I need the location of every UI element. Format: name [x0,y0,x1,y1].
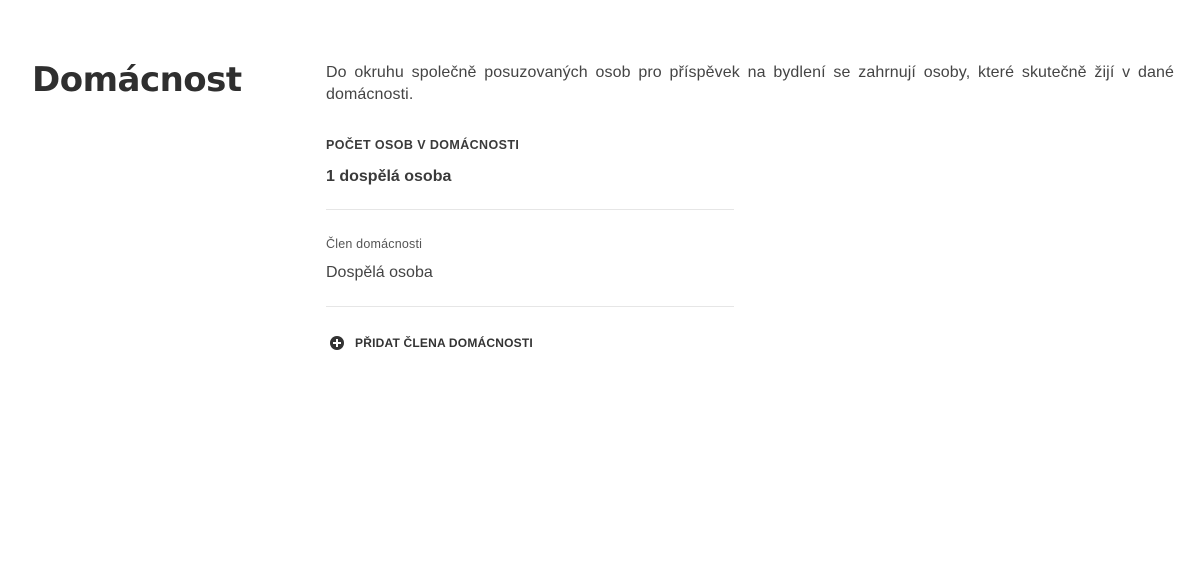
household-count-block: POČET OSOB V DOMÁCNOSTI 1 dospělá osoba [326,136,734,210]
household-description: Do okruhu společně posuzovaných osob pro… [326,64,1174,103]
household-member-value: Dospělá osoba [326,264,433,281]
add-household-member-button[interactable]: PŘIDAT ČLENA DOMÁCNOSTI [326,333,533,353]
plus-circle-icon [330,336,344,350]
household-page: Domácnost Do okruhu společně posuzovanýc… [0,0,1200,584]
household-content: Do okruhu společně posuzovaných osob pro… [326,62,1174,355]
household-member-item[interactable]: Člen domácnosti Dospělá osoba [326,210,734,307]
section-title: Domácnost [32,60,242,100]
add-household-member-label: PŘIDAT ČLENA DOMÁCNOSTI [355,336,533,350]
household-count-value: 1 dospělá osoba [326,168,452,185]
household-count-label: POČET OSOB V DOMÁCNOSTI [326,138,520,152]
household-member-label: Člen domácnosti [326,237,423,251]
divider [326,306,734,307]
